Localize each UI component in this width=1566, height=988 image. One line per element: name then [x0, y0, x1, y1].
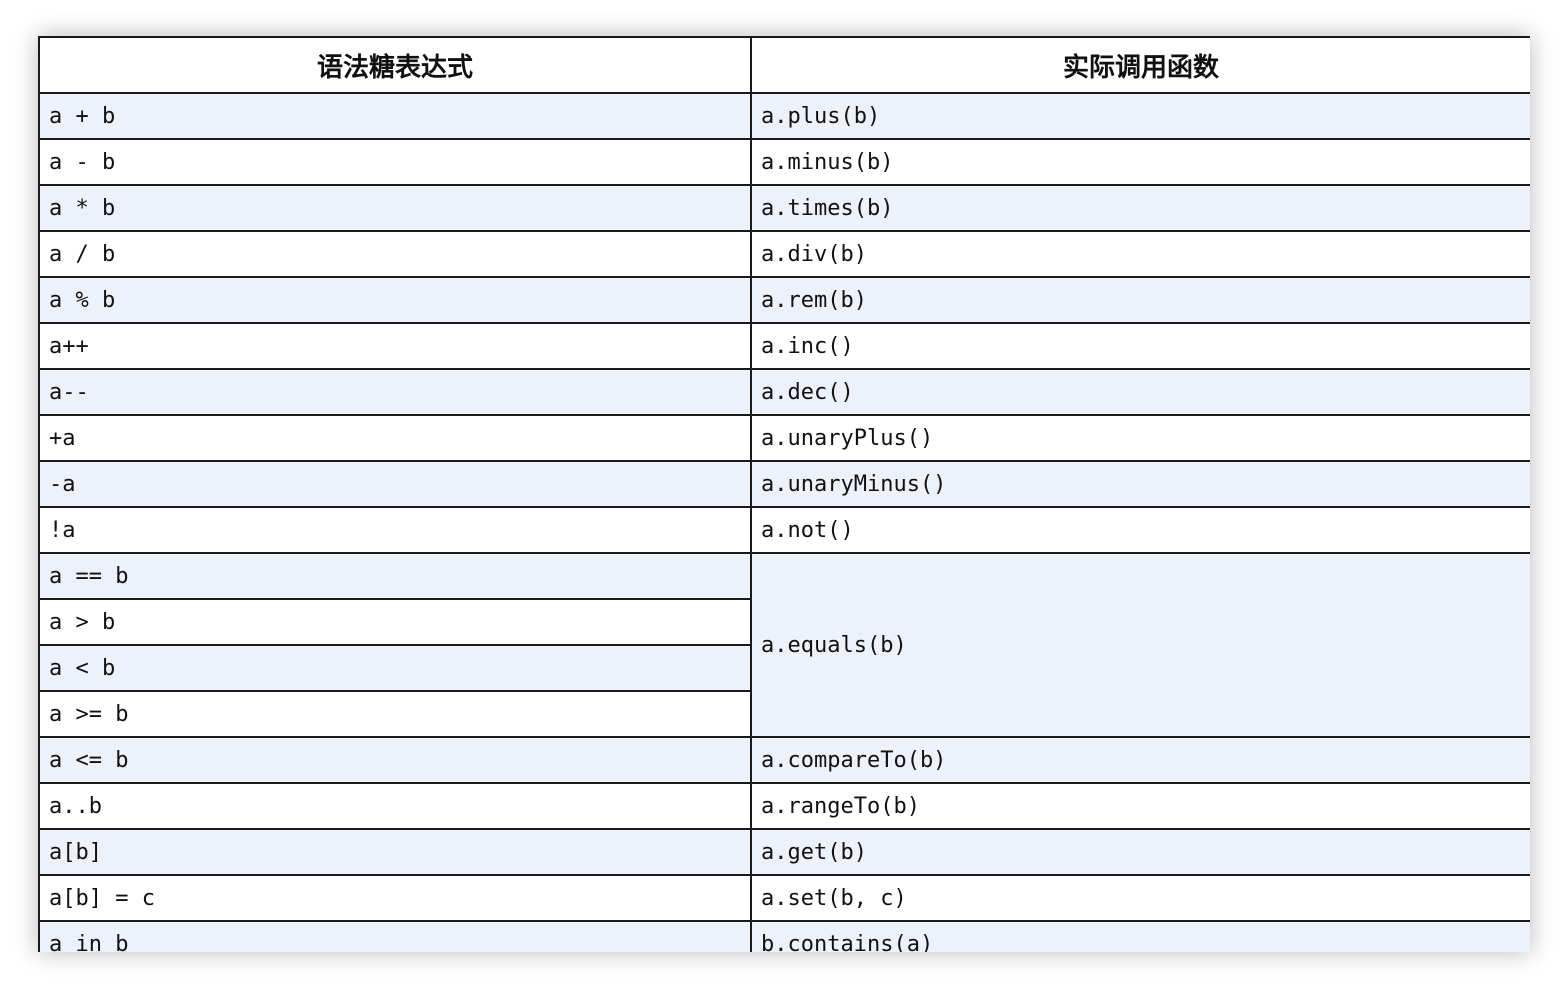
expr-cell: !a	[38, 506, 752, 554]
table-row: +a a.unaryPlus()	[38, 414, 1530, 462]
expr-cell: a == b	[38, 552, 752, 600]
call-cell: a.div(b)	[750, 230, 1530, 278]
table-row: a++ a.inc()	[38, 322, 1530, 370]
table-row: a-- a.dec()	[38, 368, 1530, 416]
expr-cell: a % b	[38, 276, 752, 324]
call-cell: a.minus(b)	[750, 138, 1530, 186]
table-header-row: 语法糖表达式 实际调用函数	[38, 36, 1530, 94]
table-row: a[b] a.get(b)	[38, 828, 1530, 876]
expr-cell: a[b] = c	[38, 874, 752, 922]
table-row: a * b a.times(b)	[38, 184, 1530, 232]
call-cell: a.compareTo(b)	[750, 736, 1530, 784]
call-cell: a.inc()	[750, 322, 1530, 370]
expr-cell: a * b	[38, 184, 752, 232]
expr-cell: a + b	[38, 92, 752, 140]
call-cell: b.contains(a)	[750, 920, 1530, 952]
call-cell-merged: a.equals(b)	[750, 552, 1530, 738]
operator-table: 语法糖表达式 实际调用函数 a + b a.plus(b) a - b a.mi…	[38, 36, 1530, 952]
table-row: a <= b a.compareTo(b)	[38, 736, 1530, 784]
table-row: a / b a.div(b)	[38, 230, 1530, 278]
call-cell: a.rangeTo(b)	[750, 782, 1530, 830]
call-cell: a.unaryPlus()	[750, 414, 1530, 462]
expr-cell: +a	[38, 414, 752, 462]
table-row: a == b a.equals(b)	[38, 552, 1530, 738]
header-actual-call: 实际调用函数	[750, 36, 1530, 94]
table-frame: 语法糖表达式 实际调用函数 a + b a.plus(b) a - b a.mi…	[38, 36, 1530, 952]
call-cell: a.plus(b)	[750, 92, 1530, 140]
call-cell: a.rem(b)	[750, 276, 1530, 324]
table-row: a..b a.rangeTo(b)	[38, 782, 1530, 830]
expr-cell: a >= b	[38, 690, 752, 738]
expr-cell: a[b]	[38, 828, 752, 876]
call-cell: a.get(b)	[750, 828, 1530, 876]
expr-cell: a / b	[38, 230, 752, 278]
expr-cell: a--	[38, 368, 752, 416]
call-cell: a.not()	[750, 506, 1530, 554]
table-row: a in b b.contains(a)	[38, 920, 1530, 952]
call-cell: a.dec()	[750, 368, 1530, 416]
expr-cell: a++	[38, 322, 752, 370]
expr-cell: a - b	[38, 138, 752, 186]
expr-cell: a > b	[38, 598, 752, 646]
table-row: -a a.unaryMinus()	[38, 460, 1530, 508]
call-cell: a.set(b, c)	[750, 874, 1530, 922]
expr-cell: a in b	[38, 920, 752, 952]
call-cell: a.times(b)	[750, 184, 1530, 232]
expr-cell: -a	[38, 460, 752, 508]
table-row: !a a.not()	[38, 506, 1530, 554]
header-syntax-sugar: 语法糖表达式	[38, 36, 752, 94]
expr-cell: a < b	[38, 644, 752, 692]
expr-cell: a <= b	[38, 736, 752, 784]
call-cell: a.unaryMinus()	[750, 460, 1530, 508]
table-row: a[b] = c a.set(b, c)	[38, 874, 1530, 922]
expr-cell: a..b	[38, 782, 752, 830]
table-row: a - b a.minus(b)	[38, 138, 1530, 186]
table-row: a % b a.rem(b)	[38, 276, 1530, 324]
table-row: a + b a.plus(b)	[38, 92, 1530, 140]
